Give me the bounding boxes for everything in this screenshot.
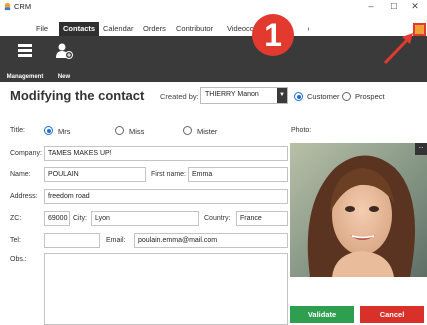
tel-field[interactable] xyxy=(44,233,100,248)
minimize-button[interactable]: – xyxy=(362,0,380,14)
annotation-arrow-icon xyxy=(383,33,413,65)
menu-item-contacts[interactable]: Contacts xyxy=(59,22,100,36)
company-label: Company: xyxy=(10,150,42,157)
app-icon xyxy=(4,2,11,11)
list-icon xyxy=(18,44,32,57)
mrs-radio[interactable] xyxy=(44,126,53,135)
cancel-button[interactable]: Cancel xyxy=(360,306,424,323)
first-name-label: First name: xyxy=(151,171,187,178)
customer-label: Customer xyxy=(307,92,340,101)
ribbon-toolbar: Management New xyxy=(0,36,427,82)
company-field[interactable]: TAMES MAKES UP! xyxy=(44,146,288,161)
miss-label: Miss xyxy=(129,127,145,136)
menu-item-calendar[interactable]: Calendar xyxy=(103,22,133,36)
created-by-value: THIERRY Manon xyxy=(205,91,259,98)
title-bar: CRM – ☐ ✕ xyxy=(0,0,427,14)
maximize-button[interactable]: ☐ xyxy=(385,0,403,14)
city-field[interactable]: Lyon xyxy=(91,211,199,226)
menu-item-file[interactable]: File xyxy=(36,22,48,36)
photo-label: Photo: xyxy=(291,127,312,134)
new-contact-button[interactable]: New xyxy=(50,36,78,82)
management-label: Management xyxy=(6,74,44,80)
contact-photo[interactable]: ... xyxy=(290,143,427,277)
tel-label: Tel: xyxy=(10,237,21,244)
chevron-down-icon: ▼ xyxy=(277,88,287,103)
zc-label: ZC: xyxy=(10,215,22,222)
country-label: Country: xyxy=(204,215,231,222)
add-user-icon xyxy=(56,43,73,59)
name-field[interactable]: POULAIN xyxy=(44,167,146,182)
new-label: New xyxy=(57,74,71,80)
email-label: Email: xyxy=(106,237,126,244)
city-label: City: xyxy=(73,215,87,222)
mister-radio[interactable] xyxy=(183,126,192,135)
photo-options-button[interactable]: ... xyxy=(415,143,427,155)
address-field[interactable]: freedom road xyxy=(44,189,288,204)
email-field[interactable]: poulain.emma@mail.com xyxy=(134,233,288,248)
menu-item-orders[interactable]: Orders xyxy=(143,22,166,36)
obs-textarea[interactable] xyxy=(44,253,288,325)
country-field[interactable]: France xyxy=(236,211,288,226)
validate-button[interactable]: Validate xyxy=(290,306,354,323)
menu-bar: File Contacts Calendar Orders Contributo… xyxy=(0,22,427,36)
name-label: Name: xyxy=(10,171,31,178)
prospect-radio[interactable] xyxy=(342,92,351,101)
obs-label: Obs.: xyxy=(10,256,27,263)
created-by-label: Created by: xyxy=(160,92,199,101)
management-button[interactable]: Management xyxy=(0,36,50,82)
created-by-select[interactable]: THIERRY Manon ▼ xyxy=(200,87,288,104)
address-label: Address: xyxy=(10,193,38,200)
step-badge: 1 xyxy=(252,14,294,56)
close-button[interactable]: ✕ xyxy=(406,0,424,14)
zc-field[interactable]: 69000 xyxy=(44,211,70,226)
customer-radio[interactable] xyxy=(294,92,303,101)
window-title: CRM xyxy=(14,2,32,11)
page-title: Modifying the contact xyxy=(10,88,145,103)
miss-radio[interactable] xyxy=(115,126,124,135)
mrs-label: Mrs xyxy=(58,127,71,136)
highlight-box xyxy=(413,23,426,36)
prospect-label: Prospect xyxy=(355,92,385,101)
first-name-field[interactable]: Emma xyxy=(188,167,288,182)
mister-label: Mister xyxy=(197,127,218,136)
title-label: Title: xyxy=(10,127,25,134)
portrait-image xyxy=(290,143,427,277)
menu-item-contributor[interactable]: Contributor xyxy=(176,22,213,36)
